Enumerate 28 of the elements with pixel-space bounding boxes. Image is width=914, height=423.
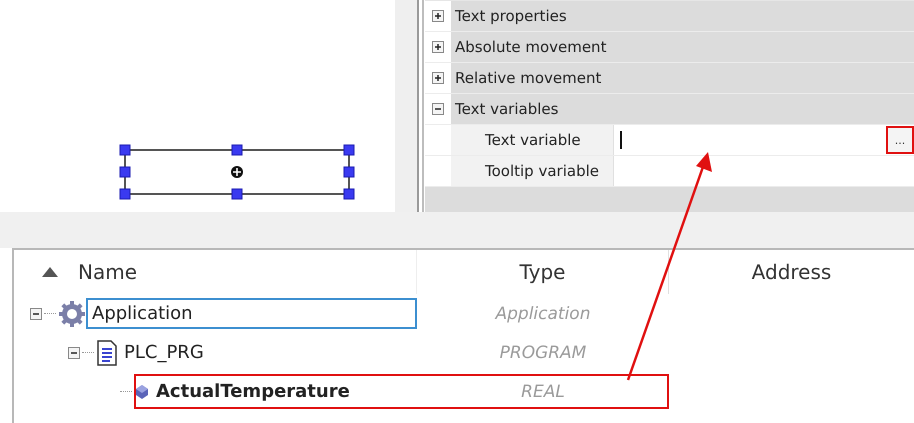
tree-item[interactable]: PLC_PRG <box>118 337 210 368</box>
column-header[interactable]: Type <box>520 260 566 284</box>
document-icon <box>96 340 118 366</box>
category-label: Text properties <box>454 7 567 25</box>
collapse-icon[interactable] <box>432 103 444 115</box>
category-label: Text variables <box>454 100 558 118</box>
column-header[interactable]: Name <box>78 260 138 284</box>
type-cell: REAL <box>521 382 565 402</box>
tree-item[interactable]: ActualTemperature <box>150 376 356 407</box>
expand-icon[interactable] <box>432 10 444 22</box>
collapse-icon[interactable] <box>30 308 42 320</box>
expand-icon[interactable] <box>432 72 444 84</box>
property-label: Tooltip variable <box>451 156 613 186</box>
type-cell: Application <box>496 304 590 324</box>
expand-icon[interactable] <box>432 41 444 53</box>
column-header[interactable]: Address <box>752 260 832 284</box>
category-label: Absolute movement <box>454 38 606 56</box>
cube-icon <box>134 384 150 400</box>
property-value-field[interactable]: ... <box>613 125 914 155</box>
collapse-icon[interactable] <box>68 346 80 358</box>
selected-rectangle-drawing[interactable] <box>118 143 356 201</box>
tree-item[interactable]: Application <box>86 298 417 329</box>
property-label: Text variable <box>451 125 613 155</box>
gear-icon <box>58 300 86 328</box>
sort-ascending-icon[interactable] <box>42 267 58 277</box>
browse-button[interactable]: ... <box>886 126 914 154</box>
type-cell: PROGRAM <box>500 342 586 362</box>
category-label: Relative movement <box>454 69 602 87</box>
